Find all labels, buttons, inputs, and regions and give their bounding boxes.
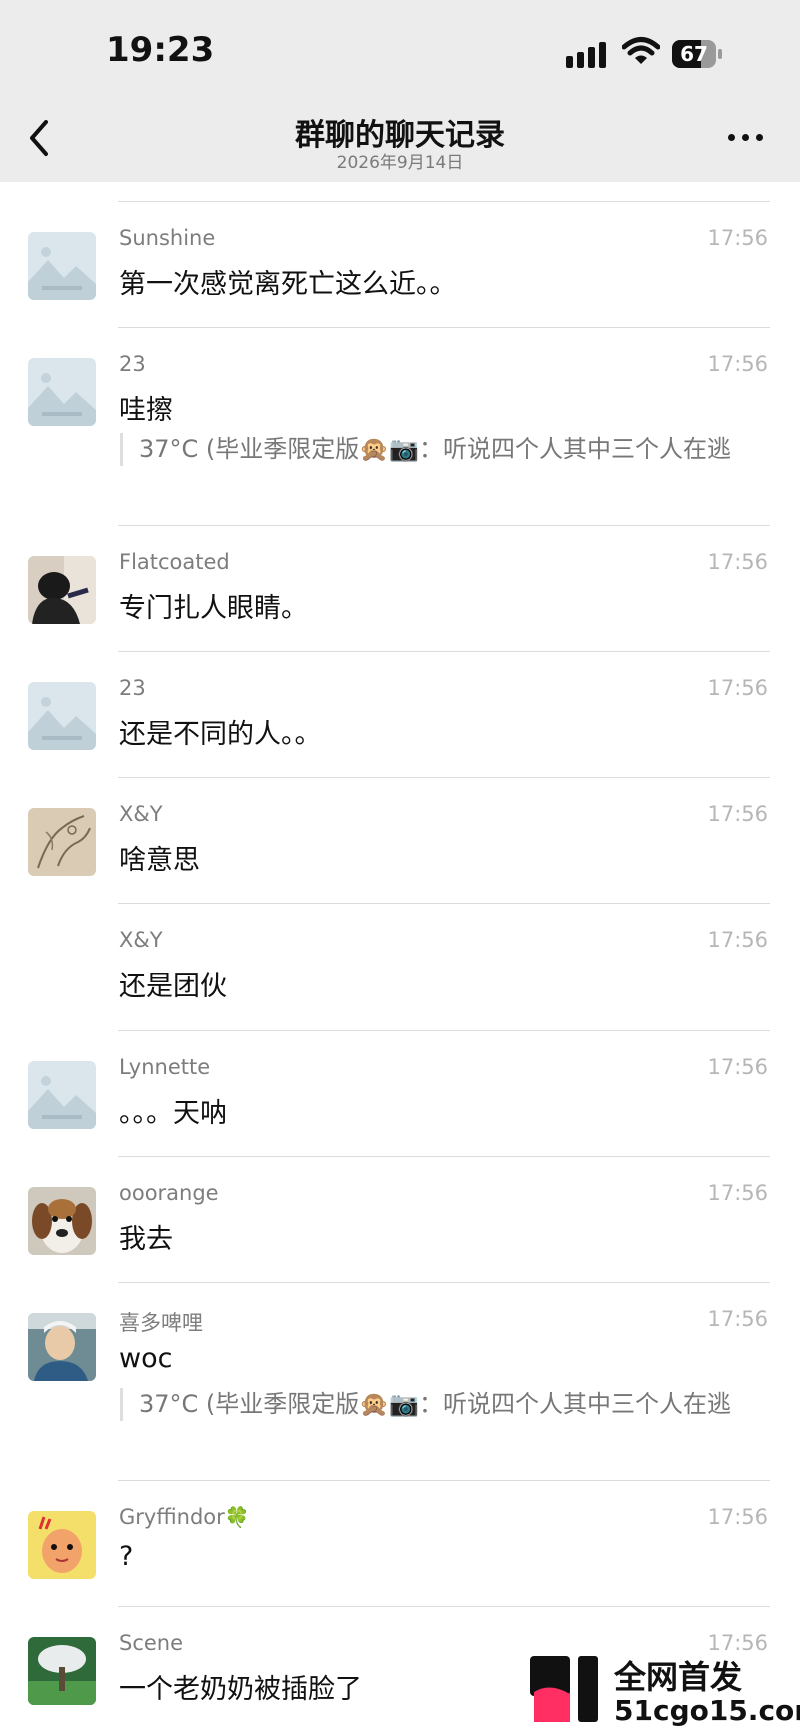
message-time: 17:56 <box>707 802 768 826</box>
sender-name: X&Y <box>119 928 163 952</box>
message-text: ? <box>119 1541 134 1572</box>
message-text: 还是不同的人。。 <box>119 719 322 750</box>
message-text: 专门扎人眼睛。 <box>119 593 308 624</box>
quoted-message[interactable]: 37°C (毕业季限定版🙊📷：听说四个人其中三个人在逃 <box>120 1388 779 1421</box>
message-text: 第一次感觉离死亡这么近。。 <box>119 269 457 300</box>
list-item[interactable]: X&Y 17:56 啥意思 <box>0 778 800 904</box>
watermark-logo-icon <box>530 1656 598 1722</box>
list-item[interactable]: Flatcoated 17:56 专门扎人眼睛。 <box>0 526 800 652</box>
nav-header: 群聊的聊天记录 2026年9月14日 <box>0 92 800 182</box>
list-item[interactable]: X&Y 17:56 还是团伙 <box>0 904 800 1031</box>
sender-name: 23 <box>119 352 146 376</box>
message-text: 哇擦 <box>119 395 173 426</box>
sender-name: Scene <box>119 1631 184 1655</box>
message-time: 17:56 <box>707 550 768 574</box>
message-time: 17:56 <box>707 352 768 376</box>
battery-icon: 67 <box>672 40 724 68</box>
message-text: 啥意思 <box>119 845 200 876</box>
avatar[interactable] <box>28 1313 96 1381</box>
avatar[interactable] <box>28 358 96 426</box>
status-time: 19:23 <box>106 30 215 70</box>
quoted-message[interactable]: 37°C (毕业季限定版🙊📷：听说四个人其中三个人在逃 <box>120 433 779 466</box>
message-time: 17:56 <box>707 676 768 700</box>
list-item[interactable]: ooorange 17:56 我去 <box>0 1157 800 1283</box>
sender-name: Gryffindor🍀 <box>119 1505 250 1529</box>
list-item[interactable]: Sunshine 17:56 第一次感觉离死亡这么近。。 <box>0 202 800 328</box>
watermark-text-line1: 全网首发 <box>614 1658 743 1696</box>
list-item[interactable]: 喜多啤哩 17:56 woc 37°C (毕业季限定版🙊📷：听说四个人其中三个人… <box>0 1283 800 1481</box>
watermark-text-line2: 51cgo15.com <box>614 1694 800 1727</box>
message-time: 17:56 <box>707 1055 768 1079</box>
message-text: 还是团伙 <box>119 971 227 1002</box>
page-subtitle: 2026年9月14日 <box>336 153 464 173</box>
message-time: 17:56 <box>707 1307 768 1331</box>
sender-name: X&Y <box>119 802 163 826</box>
avatar[interactable] <box>28 1511 96 1579</box>
list-item[interactable]: 23 17:56 哇擦 37°C (毕业季限定版🙊📷：听说四个人其中三个人在逃 <box>0 328 800 526</box>
more-icon[interactable] <box>726 130 766 144</box>
avatar[interactable] <box>28 1187 96 1255</box>
clover-emoji: 🍀 <box>224 1505 250 1529</box>
avatar[interactable] <box>28 1637 96 1705</box>
avatar[interactable] <box>28 556 96 624</box>
avatar[interactable] <box>28 682 96 750</box>
message-time: 17:56 <box>707 226 768 250</box>
list-item[interactable]: Gryffindor🍀 17:56 ? <box>0 1481 800 1607</box>
status-bar: 19:23 67 <box>0 0 800 92</box>
message-text: woc <box>119 1343 173 1374</box>
watermark: 全网首发 51cgo15.com <box>526 1652 800 1727</box>
message-time: 17:56 <box>707 928 768 952</box>
list-item[interactable]: 23 17:56 还是不同的人。。 <box>0 652 800 778</box>
message-text: 。。。天呐 <box>119 1098 227 1129</box>
signal-icon <box>566 42 606 68</box>
wifi-icon <box>622 37 660 64</box>
sender-name: 喜多啤哩 <box>119 1311 203 1335</box>
avatar[interactable] <box>28 808 96 876</box>
sender-name: Sunshine <box>119 226 216 250</box>
battery-level: 67 <box>680 42 708 66</box>
sender-name: Flatcoated <box>119 550 230 574</box>
avatar[interactable] <box>28 1061 96 1129</box>
message-text: 一个老奶奶被插脸了 <box>119 1674 362 1705</box>
list-item[interactable]: Lynnette 17:56 。。。天呐 <box>0 1031 800 1157</box>
message-time: 17:56 <box>707 1181 768 1205</box>
message-text: 我去 <box>119 1224 173 1255</box>
sender-name: 23 <box>119 676 146 700</box>
avatar[interactable] <box>28 232 96 300</box>
sender-name: Lynnette <box>119 1055 211 1079</box>
sender-name: ooorange <box>119 1181 219 1205</box>
message-time: 17:56 <box>707 1505 768 1529</box>
